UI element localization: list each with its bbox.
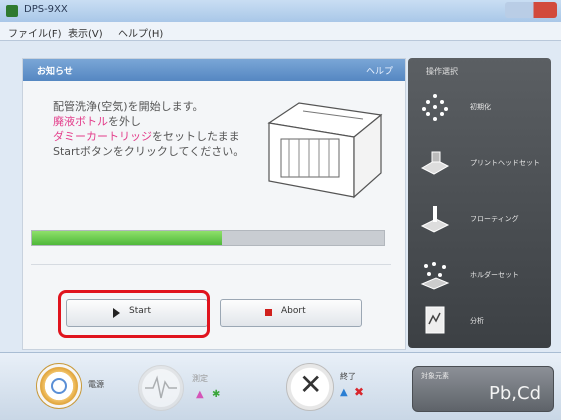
- power-icon: [51, 378, 67, 394]
- measure-button[interactable]: [138, 365, 184, 411]
- menu-help[interactable]: ヘルプ(H): [118, 25, 163, 40]
- op-label: 初期化: [470, 103, 491, 111]
- menu-bar: ファイル(F) 表示(V) ヘルプ(H): [0, 22, 561, 41]
- device-subtitle: 対象元素: [421, 372, 449, 380]
- op-label: プリントヘッドセット: [470, 159, 540, 167]
- app-icon: [6, 5, 18, 17]
- power-label: 電源: [88, 380, 104, 389]
- waveform-icon: [145, 375, 177, 399]
- start-highlight-annotation: [58, 290, 210, 338]
- message-line: 配管洗浄(空気)を開始します。: [53, 100, 204, 113]
- op-item-printhead[interactable]: プリントヘッドセット: [408, 138, 551, 194]
- help-link[interactable]: ヘルプ: [366, 64, 393, 77]
- message-line: Startボタンをクリックしてください。: [53, 145, 245, 158]
- progress-bar: [31, 230, 385, 246]
- holder-icon: [420, 262, 450, 290]
- exit-button[interactable]: ✕: [286, 363, 334, 411]
- menu-view[interactable]: 表示(V): [68, 25, 103, 40]
- abort-label: Abort: [281, 306, 306, 316]
- close-icon: ✕: [299, 368, 323, 401]
- cross-icon-small: ✖: [354, 385, 365, 399]
- operation-panel: 操作選択 初期化 プリントヘッドセット フローティング ホルダーセット 分析: [408, 58, 551, 348]
- window-title: DPS-9XX: [24, 4, 68, 15]
- printhead-icon: [420, 151, 450, 175]
- progress-fill: [32, 231, 223, 245]
- person-icon: ▲: [196, 389, 204, 400]
- instruction-message: 配管洗浄(空気)を開始します。 廃液ボトルを外し ダミーカートリッジをセットした…: [53, 99, 244, 159]
- stop-icon: [265, 309, 272, 316]
- op-item-analysis[interactable]: 分析: [408, 296, 551, 352]
- device-indicator: 対象元素 Pb,Cd: [412, 366, 554, 412]
- op-label: フローティング: [470, 215, 519, 223]
- person-icon-small: ▲: [340, 387, 348, 398]
- op-label: 分析: [470, 317, 484, 325]
- measure-label: 測定: [192, 374, 208, 383]
- divider: [31, 264, 391, 265]
- op-label: ホルダーセット: [470, 271, 519, 279]
- printer-illustration: [267, 102, 383, 199]
- analysis-icon: [425, 306, 445, 334]
- message-line: ダミーカートリッジをセットしたまま: [53, 130, 240, 143]
- message-line: 廃液ボトルを外し: [53, 115, 141, 128]
- power-button[interactable]: [36, 363, 82, 409]
- floating-icon: [420, 206, 450, 233]
- title-bar: DPS-9XX: [0, 0, 561, 22]
- panel-header: お知らせ ヘルプ: [23, 59, 405, 81]
- abort-button[interactable]: Abort: [220, 299, 362, 327]
- menu-file[interactable]: ファイル(F): [8, 25, 62, 40]
- window-controls[interactable]: [505, 2, 557, 18]
- exit-label: 終了: [340, 372, 356, 381]
- panel-title: お知らせ: [37, 67, 73, 77]
- op-item-initialize[interactable]: 初期化: [408, 82, 551, 138]
- run-icon: ✱: [212, 389, 221, 400]
- op-item-floating[interactable]: フローティング: [408, 194, 551, 250]
- dots-icon: [422, 94, 448, 121]
- operation-title: 操作選択: [426, 67, 458, 76]
- device-value: Pb,Cd: [489, 383, 541, 404]
